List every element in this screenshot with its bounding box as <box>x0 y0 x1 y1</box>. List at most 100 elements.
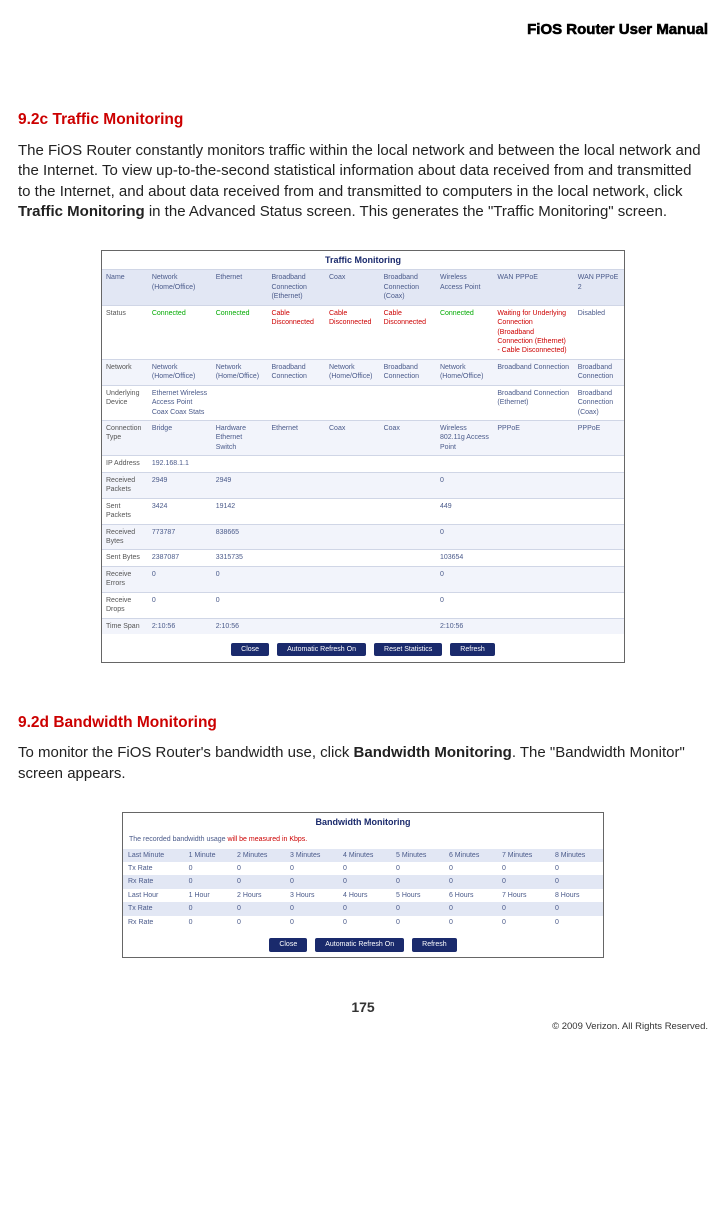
bandwidth-table: Last Minute1 Minute2 Minutes3 Minutes4 M… <box>123 849 603 930</box>
traffic-table: NameNetwork (Home/Office)EthernetBroadba… <box>102 269 624 634</box>
close-button[interactable]: Close <box>231 643 269 656</box>
cell: Last Hour <box>123 889 184 902</box>
cell: 7 Hours <box>497 889 550 902</box>
cell: 0 <box>497 862 550 875</box>
cell: 2949 <box>212 472 268 498</box>
cell <box>574 550 624 566</box>
cell: Connected <box>148 305 212 359</box>
row-connection-type: Connection TypeBridgeHardware Ethernet S… <box>102 421 624 456</box>
cell: Network (Home/Office) <box>148 270 212 305</box>
cell: 0 <box>436 472 493 498</box>
cell: Connection Type <box>102 421 148 456</box>
cell: 5 Hours <box>391 889 444 902</box>
cell <box>436 385 493 420</box>
cell <box>380 456 436 472</box>
cell <box>380 566 436 592</box>
cell: 5 Minutes <box>391 849 444 862</box>
cell <box>380 385 436 420</box>
cell: 192.168.1.1 <box>148 456 212 472</box>
cell <box>574 592 624 618</box>
cell: 0 <box>184 902 232 915</box>
cell: Network (Home/Office) <box>325 359 380 385</box>
cell <box>325 550 380 566</box>
cell: 0 <box>148 592 212 618</box>
cell: Broadband Connection (Ethernet) <box>493 385 573 420</box>
cell: 0 <box>550 902 603 915</box>
cell: Cable Disconnected <box>380 305 436 359</box>
row-name: NameNetwork (Home/Office)EthernetBroadba… <box>102 270 624 305</box>
cell: 0 <box>550 916 603 929</box>
cell <box>267 498 325 524</box>
auto-refresh-button[interactable]: Automatic Refresh On <box>315 938 404 951</box>
cell: 0 <box>391 902 444 915</box>
auto-refresh-button[interactable]: Automatic Refresh On <box>277 643 366 656</box>
cell: 0 <box>497 902 550 915</box>
cell: 4 Hours <box>338 889 391 902</box>
cell: Rx Rate <box>123 916 184 929</box>
cell: 2 Minutes <box>232 849 285 862</box>
cell: 2387087 <box>148 550 212 566</box>
cell: 2:10:56 <box>148 618 212 634</box>
section-92d-paragraph: To monitor the FiOS Router's bandwidth u… <box>18 743 708 784</box>
row-underlying-device: Underlying DeviceEthernet Wireless Acces… <box>102 385 624 420</box>
cell: Broadband Connection <box>267 359 325 385</box>
cell <box>380 472 436 498</box>
cell: 0 <box>285 916 338 929</box>
cell: 0 <box>444 902 497 915</box>
row-ip-address: IP Address192.168.1.1 <box>102 456 624 472</box>
row-received-bytes: Received Bytes7737878386650 <box>102 524 624 550</box>
cell <box>493 618 573 634</box>
cell: Coax <box>325 421 380 456</box>
cell: 0 <box>148 566 212 592</box>
cell: 449 <box>436 498 493 524</box>
cell: Received Bytes <box>102 524 148 550</box>
traffic-button-row: Close Automatic Refresh On Reset Statist… <box>102 634 624 662</box>
cell: 0 <box>285 902 338 915</box>
cell <box>267 592 325 618</box>
cell: Last Minute <box>123 849 184 862</box>
cell: PPPoE <box>574 421 624 456</box>
cell <box>493 498 573 524</box>
cell: 2:10:56 <box>436 618 493 634</box>
cell: 0 <box>212 566 268 592</box>
row-sent-packets: Sent Packets342419142449 <box>102 498 624 524</box>
cell <box>325 498 380 524</box>
refresh-button[interactable]: Refresh <box>412 938 457 951</box>
cell: Rx Rate <box>123 875 184 888</box>
cell: 0 <box>338 875 391 888</box>
bw-row-tx1: Tx Rate00000000 <box>123 862 603 875</box>
refresh-button[interactable]: Refresh <box>450 643 495 656</box>
cell <box>493 524 573 550</box>
cell <box>325 524 380 550</box>
bw-row-hr-hdr: Last Hour1 Hour2 Hours3 Hours4 Hours5 Ho… <box>123 889 603 902</box>
cell: 8 Minutes <box>550 849 603 862</box>
cell: WAN PPPoE 2 <box>574 270 624 305</box>
bandwidth-monitoring-screenshot: Bandwidth Monitoring The recorded bandwi… <box>122 812 604 958</box>
cell: 0 <box>444 916 497 929</box>
cell <box>325 385 380 420</box>
row-received-packets: Received Packets294929490 <box>102 472 624 498</box>
bandwidth-title: Bandwidth Monitoring <box>123 813 603 831</box>
para-92c-a: The FiOS Router constantly monitors traf… <box>18 142 701 200</box>
cell: 0 <box>232 862 285 875</box>
cell: Tx Rate <box>123 902 184 915</box>
cell: Coax <box>380 421 436 456</box>
bandwidth-button-row: Close Automatic Refresh On Refresh <box>123 929 603 957</box>
cell: Network (Home/Office) <box>148 359 212 385</box>
close-button[interactable]: Close <box>269 938 307 951</box>
cell: 3315735 <box>212 550 268 566</box>
cell: 0 <box>338 862 391 875</box>
cell <box>325 456 380 472</box>
cell: 8 Hours <box>550 889 603 902</box>
cell: 0 <box>338 902 391 915</box>
row-receive-drops: Receive Drops000 <box>102 592 624 618</box>
reset-statistics-button[interactable]: Reset Statistics <box>374 643 442 656</box>
cell: Network (Home/Office) <box>436 359 493 385</box>
manual-title: FiOS Router User Manual <box>18 20 708 40</box>
row-network: NetworkNetwork (Home/Office)Network (Hom… <box>102 359 624 385</box>
cell: Connected <box>212 305 268 359</box>
cell <box>574 456 624 472</box>
cell: Sent Packets <box>102 498 148 524</box>
bw-row-rx2: Rx Rate00000000 <box>123 916 603 929</box>
cell <box>212 456 268 472</box>
